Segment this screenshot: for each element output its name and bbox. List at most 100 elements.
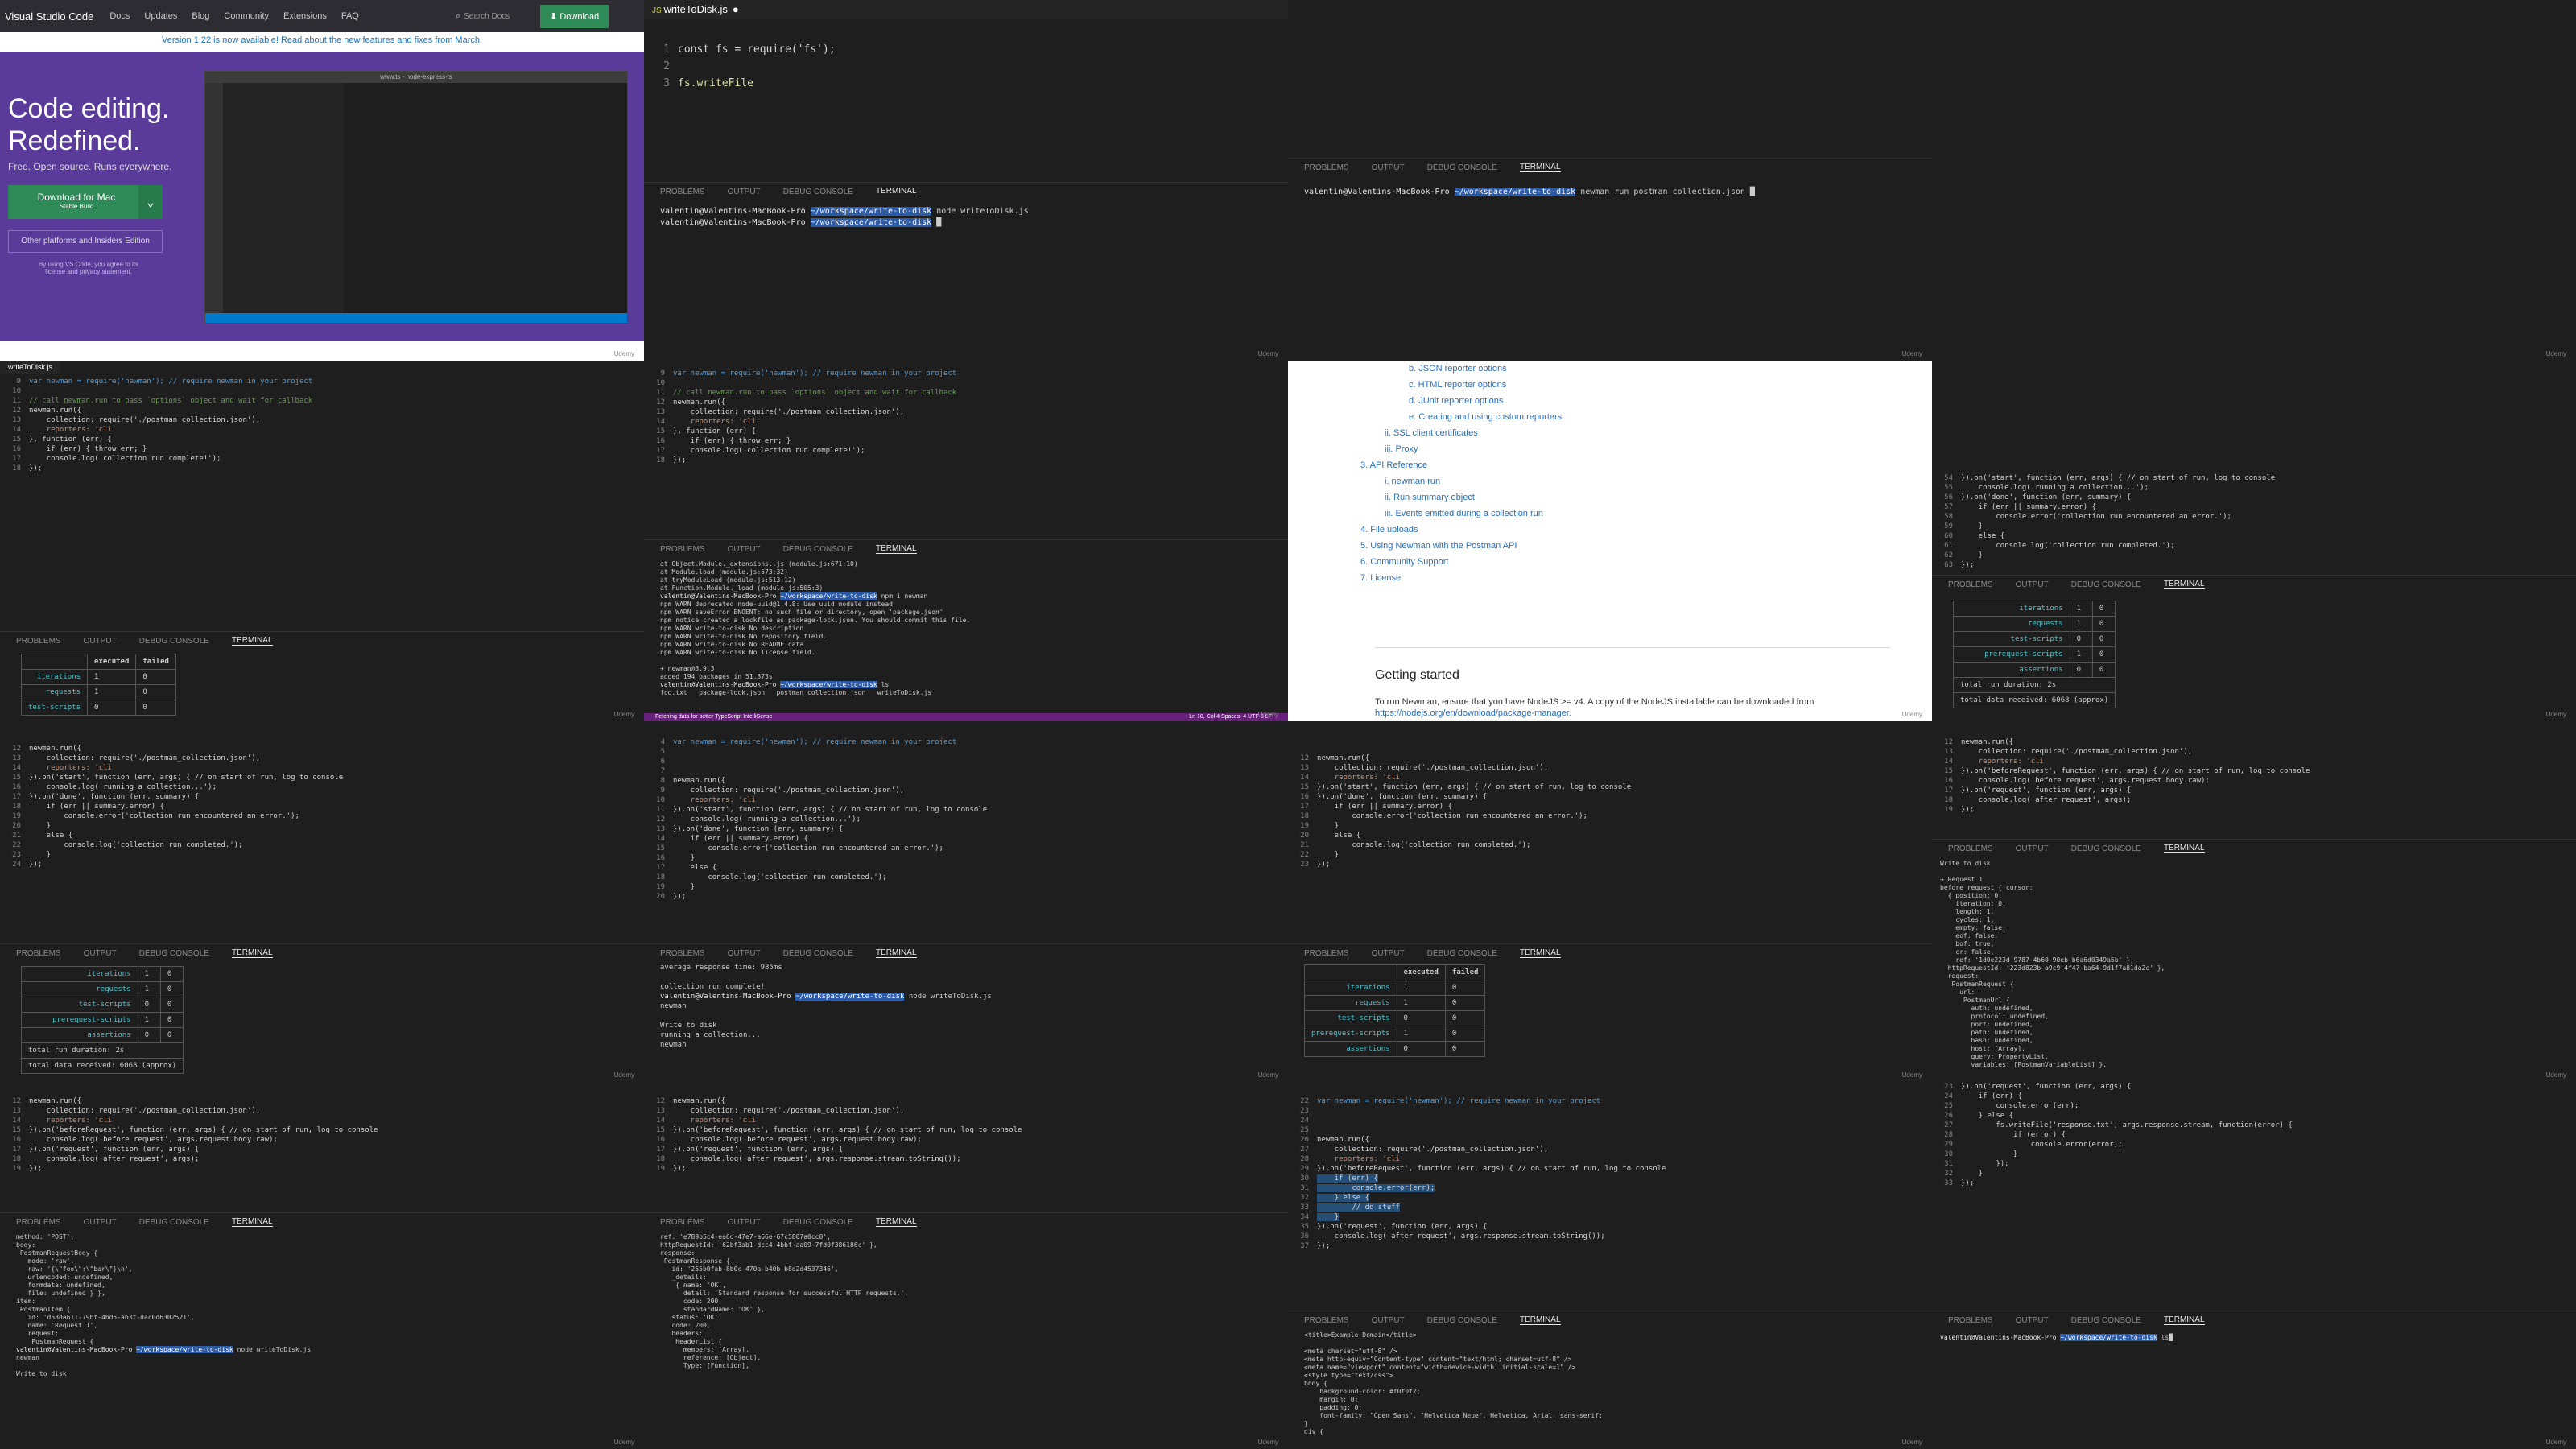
- tab-terminal[interactable]: TERMINAL: [1519, 948, 1561, 958]
- tab-output[interactable]: OUTPUT: [84, 949, 117, 958]
- legal-text[interactable]: By using VS Code, you agree to its licen…: [32, 261, 145, 275]
- tab-problems[interactable]: PROBLEMS: [1304, 1316, 1349, 1325]
- tab-debug-console[interactable]: DEBUG CONSOLE: [783, 949, 853, 958]
- search-icon[interactable]: ⌕: [456, 11, 460, 22]
- tab-output[interactable]: OUTPUT: [1372, 163, 1405, 172]
- tab-terminal[interactable]: TERMINAL: [875, 948, 917, 958]
- tab-output[interactable]: OUTPUT: [2016, 580, 2049, 589]
- nav-community[interactable]: Community: [224, 11, 269, 21]
- terminal-output[interactable]: <title>Example Domain</title> <meta char…: [1304, 1331, 1603, 1436]
- nav-faq[interactable]: FAQ: [341, 11, 359, 21]
- tab-problems[interactable]: PROBLEMS: [1948, 1316, 1993, 1325]
- tab-problems[interactable]: PROBLEMS: [660, 949, 705, 958]
- download-options-button[interactable]: ⌄: [138, 185, 163, 219]
- code-editor[interactable]: 12 newman.run({ 13 collection: require('.…: [3, 744, 343, 869]
- terminal-output[interactable]: average response time: 985ms collection …: [660, 963, 992, 1050]
- toc-item[interactable]: d. JUnit reporter options: [1360, 393, 1562, 409]
- tab-terminal[interactable]: TERMINAL: [2163, 844, 2205, 853]
- tab-terminal[interactable]: TERMINAL: [2163, 1315, 2205, 1325]
- nav-docs[interactable]: Docs: [109, 11, 130, 21]
- tab-output[interactable]: OUTPUT: [2016, 1316, 2049, 1325]
- terminal-output[interactable]: method: 'POST', body: PostmanRequestBody…: [16, 1233, 311, 1378]
- tab-debug-console[interactable]: DEBUG CONSOLE: [1427, 163, 1497, 172]
- code-editor[interactable]: 12 newman.run({ 13 collection: require('.…: [647, 1096, 1022, 1174]
- tab-output[interactable]: OUTPUT: [84, 1218, 117, 1227]
- tab-debug-console[interactable]: DEBUG CONSOLE: [139, 637, 209, 646]
- tab-debug-console[interactable]: DEBUG CONSOLE: [2071, 844, 2141, 853]
- code-editor[interactable]: 54}).on('start', function (err, args) { …: [1935, 473, 2275, 570]
- tab-terminal[interactable]: TERMINAL: [2163, 580, 2205, 589]
- toc-item[interactable]: 7. License: [1360, 570, 1562, 586]
- status-left[interactable]: Fetching data for better TypeScript Inte…: [655, 714, 772, 720]
- tab-debug-console[interactable]: DEBUG CONSOLE: [783, 188, 853, 196]
- tab-problems[interactable]: PROBLEMS: [1304, 163, 1349, 172]
- nav-blog[interactable]: Blog: [192, 11, 209, 21]
- tab-terminal[interactable]: TERMINAL: [1519, 163, 1561, 172]
- toc-item[interactable]: i. newman run: [1360, 473, 1562, 489]
- code-editor[interactable]: 9 var newman = require('newman'); // requ…: [3, 377, 312, 473]
- tab-problems[interactable]: PROBLEMS: [660, 188, 705, 196]
- code-editor[interactable]: 9 var newman = require('newman'); // requ…: [647, 369, 956, 465]
- tab-output[interactable]: OUTPUT: [728, 188, 761, 196]
- tab-problems[interactable]: PROBLEMS: [1948, 580, 1993, 589]
- code-editor[interactable]: 12 newman.run({ 13 collection: require('.…: [1935, 737, 2310, 815]
- tab-debug-console[interactable]: DEBUG CONSOLE: [783, 545, 853, 554]
- toc-item[interactable]: iii. Proxy: [1360, 441, 1562, 457]
- code-editor[interactable]: 22 var newman = require('newman'); // req…: [1291, 1096, 1666, 1251]
- code-editor[interactable]: 12 newman.run({ 13 collection: require('.…: [1291, 753, 1631, 869]
- tab-problems[interactable]: PROBLEMS: [16, 949, 61, 958]
- tab-output[interactable]: OUTPUT: [728, 949, 761, 958]
- download-mac-button[interactable]: Download for Mac Stable Build: [8, 185, 145, 219]
- tab-output[interactable]: OUTPUT: [728, 1218, 761, 1227]
- editor-tab[interactable]: JS writeToDisk.js ●: [644, 0, 1288, 19]
- tab-problems[interactable]: PROBLEMS: [16, 1218, 61, 1227]
- toc-item[interactable]: c. HTML reporter options: [1360, 377, 1562, 393]
- other-platforms-button[interactable]: Other platforms and Insiders Edition: [8, 230, 163, 253]
- tab-output[interactable]: OUTPUT: [728, 545, 761, 554]
- terminal-output[interactable]: valentin@Valentins-MacBook-Pro ~/workspa…: [1304, 187, 1755, 198]
- nav-extensions[interactable]: Extensions: [283, 11, 327, 21]
- tab-problems[interactable]: PROBLEMS: [16, 637, 61, 646]
- toc-item[interactable]: 5. Using Newman with the Postman API: [1360, 538, 1562, 554]
- tab-terminal[interactable]: TERMINAL: [231, 948, 273, 958]
- tab-output[interactable]: OUTPUT: [2016, 844, 2049, 853]
- tab-debug-console[interactable]: DEBUG CONSOLE: [1427, 1316, 1497, 1325]
- tab-problems[interactable]: PROBLEMS: [1304, 949, 1349, 958]
- tab-debug-console[interactable]: DEBUG CONSOLE: [139, 949, 209, 958]
- tab-debug-console[interactable]: DEBUG CONSOLE: [2071, 1316, 2141, 1325]
- toc-item[interactable]: 4. File uploads: [1360, 522, 1562, 538]
- tab-terminal[interactable]: TERMINAL: [231, 1217, 273, 1227]
- toc-item[interactable]: 6. Community Support: [1360, 554, 1562, 570]
- tab-terminal[interactable]: TERMINAL: [875, 187, 917, 196]
- release-banner[interactable]: Version 1.22 is now available! Read abou…: [0, 35, 644, 45]
- code-editor[interactable]: 12 newman.run({ 13 collection: require('.…: [3, 1096, 378, 1174]
- toc-item[interactable]: ii. Run summary object: [1360, 489, 1562, 506]
- tab-debug-console[interactable]: DEBUG CONSOLE: [2071, 580, 2141, 589]
- tab-problems[interactable]: PROBLEMS: [1948, 844, 1993, 853]
- docs-link[interactable]: https://nodejs.org/en/download/package-m…: [1375, 708, 1571, 718]
- toc-item[interactable]: iii. Events emitted during a collection …: [1360, 506, 1562, 522]
- code-editor[interactable]: 23}).on('request', function (err, args) …: [1935, 1082, 2293, 1188]
- tab-output[interactable]: OUTPUT: [1372, 949, 1405, 958]
- terminal-output[interactable]: ref: 'e789b5c4-ea6d-47e7-a66e-67c5807a0c…: [660, 1233, 908, 1370]
- tab-debug-console[interactable]: DEBUG CONSOLE: [783, 1218, 853, 1227]
- search-input[interactable]: Search Docs: [464, 12, 540, 21]
- tab-problems[interactable]: PROBLEMS: [660, 545, 705, 554]
- toc-item[interactable]: ii. SSL client certificates: [1360, 425, 1562, 441]
- terminal-output[interactable]: Write to disk → Request 1 before request…: [1940, 860, 2165, 1069]
- code-editor[interactable]: 4 var newman = require('newman'); // requ…: [647, 737, 987, 902]
- terminal-output[interactable]: at Object.Module._extensions..js (module…: [660, 560, 970, 697]
- terminal-output[interactable]: valentin@Valentins-MacBook-Pro ~/workspa…: [1940, 1333, 2173, 1343]
- editor-tab[interactable]: writeToDisk.js: [0, 361, 61, 374]
- toc-item[interactable]: e. Creating and using custom reporters: [1360, 409, 1562, 425]
- tab-terminal[interactable]: TERMINAL: [231, 636, 273, 646]
- site-brand[interactable]: Visual Studio Code: [5, 10, 93, 23]
- tab-problems[interactable]: PROBLEMS: [660, 1218, 705, 1227]
- tab-debug-console[interactable]: DEBUG CONSOLE: [1427, 949, 1497, 958]
- code-editor[interactable]: 1 const fs = require('fs'); 2 3 fs.writeFi…: [652, 24, 836, 92]
- toc-item[interactable]: 3. API Reference: [1360, 457, 1562, 473]
- tab-terminal[interactable]: TERMINAL: [875, 544, 917, 554]
- nav-updates[interactable]: Updates: [144, 11, 177, 21]
- tab-output[interactable]: OUTPUT: [1372, 1316, 1405, 1325]
- tab-terminal[interactable]: TERMINAL: [875, 1217, 917, 1227]
